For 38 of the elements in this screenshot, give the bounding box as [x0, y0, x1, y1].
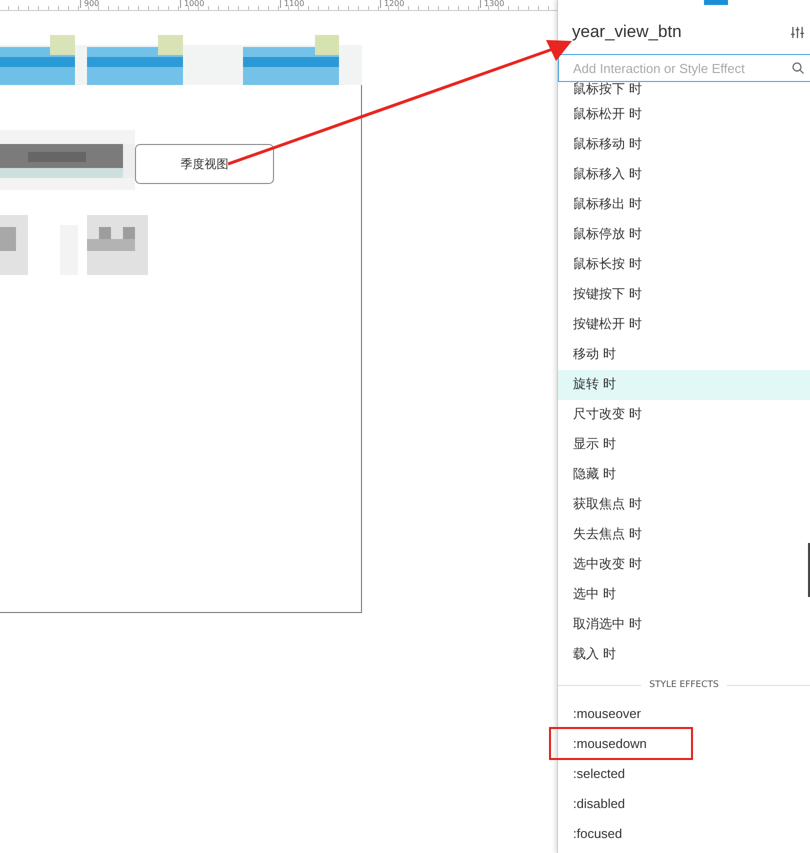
- style-effect-item[interactable]: :mouseover: [573, 706, 641, 720]
- event-item[interactable]: 鼠标移出 时: [558, 190, 810, 220]
- event-item[interactable]: 选中 时: [558, 580, 810, 610]
- event-item[interactable]: 鼠标松开 时: [558, 100, 810, 130]
- scrollbar[interactable]: [808, 543, 810, 597]
- style-effect-item[interactable]: :disabled: [573, 796, 626, 810]
- section-heading: STYLE EFFECTS: [649, 680, 719, 690]
- event-item[interactable]: 鼠标按下 时: [558, 82, 810, 100]
- style-effect-item[interactable]: :focused: [573, 826, 622, 840]
- settings-icon[interactable]: [791, 26, 804, 38]
- search-icon: [792, 62, 804, 74]
- event-item[interactable]: 载入 时: [558, 640, 810, 670]
- event-item[interactable]: 选中改变 时: [558, 550, 810, 580]
- event-item[interactable]: 按键松开 时: [558, 310, 810, 340]
- ruler-label: 1300: [480, 0, 504, 8]
- style-effect-item[interactable]: :mousedown: [573, 736, 647, 750]
- ruler-label: 1200: [380, 0, 404, 8]
- style-effect-item[interactable]: :selected: [573, 766, 626, 780]
- event-item[interactable]: 失去焦点 时: [558, 520, 810, 550]
- event-item[interactable]: 取消选中 时: [558, 610, 810, 640]
- event-item[interactable]: 移动 时: [558, 340, 810, 370]
- event-item[interactable]: 显示 时: [558, 430, 810, 460]
- event-item[interactable]: 鼠标长按 时: [558, 250, 810, 280]
- quarter-view-button[interactable]: 季度视图: [135, 144, 274, 184]
- event-item[interactable]: 鼠标移入 时: [558, 160, 810, 190]
- event-item[interactable]: 鼠标移动 时: [558, 130, 810, 160]
- search-field[interactable]: Add Interaction or Style Effect: [558, 54, 810, 82]
- ruler-label: 1100: [280, 0, 304, 8]
- ruler-label: 900: [80, 0, 100, 8]
- event-item[interactable]: 隐藏 时: [558, 460, 810, 490]
- event-item[interactable]: 获取焦点 时: [558, 490, 810, 520]
- panel-title: year_view_btn: [572, 22, 682, 42]
- event-item[interactable]: 鼠标停放 时: [558, 220, 810, 250]
- tab-indicator: [704, 0, 728, 5]
- event-item[interactable]: 旋转 时: [558, 370, 810, 400]
- event-item[interactable]: 按键按下 时: [558, 280, 810, 310]
- event-item[interactable]: 尺寸改变 时: [558, 400, 810, 430]
- ruler-label: 1000: [180, 0, 204, 8]
